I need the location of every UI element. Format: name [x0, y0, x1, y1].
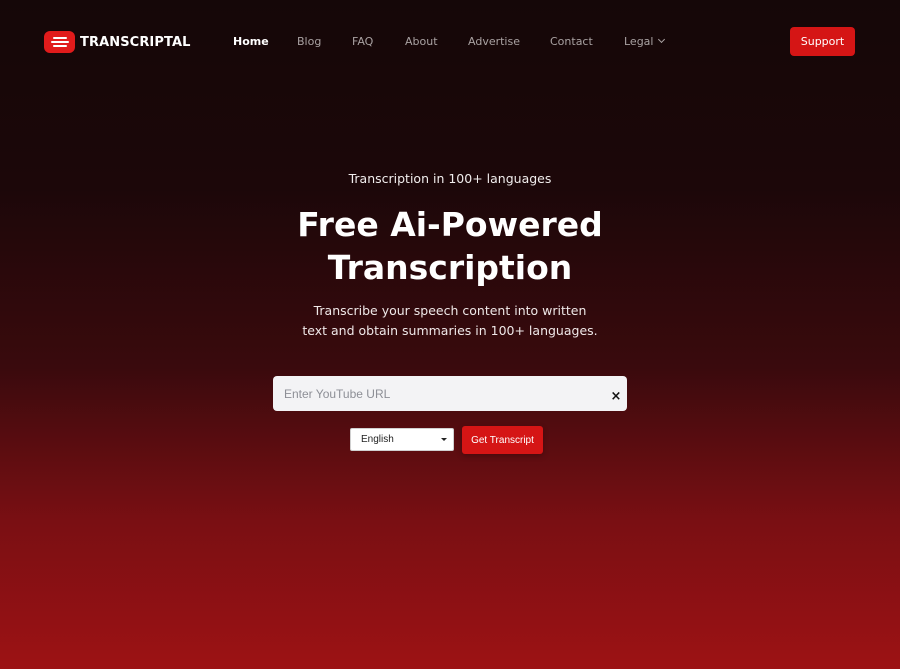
support-button[interactable]: Support — [790, 27, 855, 56]
logo-icon — [44, 31, 75, 53]
site-header: TRANSCRIPTAL Home Blog FAQ About Adverti… — [0, 0, 900, 84]
brand-logo[interactable]: TRANSCRIPTAL — [44, 31, 191, 53]
nav-home[interactable]: Home — [233, 35, 269, 48]
language-selected-value: English — [361, 434, 394, 445]
nav-legal[interactable]: Legal — [624, 35, 666, 48]
youtube-url-field: × — [273, 376, 627, 411]
nav-blog[interactable]: Blog — [297, 35, 321, 48]
chevron-down-icon — [658, 35, 666, 44]
title-line-1: Free Ai-Powered — [297, 205, 603, 244]
get-transcript-button[interactable]: Get Transcript — [462, 426, 543, 454]
nav-about[interactable]: About — [405, 35, 438, 48]
subtitle-line-1: Transcribe your speech content into writ… — [313, 303, 587, 318]
nav-faq[interactable]: FAQ — [352, 35, 373, 48]
brand-name: TRANSCRIPTAL — [80, 34, 191, 50]
page-title: Free Ai-Powered Transcription — [0, 203, 900, 289]
nav-legal-label: Legal — [624, 35, 654, 48]
clear-icon[interactable]: × — [610, 390, 622, 403]
hero-kicker: Transcription in 100+ languages — [348, 171, 552, 186]
nav-advertise[interactable]: Advertise — [468, 35, 520, 48]
subtitle-line-2: text and obtain summaries in 100+ langua… — [302, 323, 598, 338]
language-select[interactable]: English — [350, 428, 454, 451]
youtube-url-input[interactable] — [273, 376, 593, 411]
title-line-2: Transcription — [327, 248, 573, 287]
nav-contact[interactable]: Contact — [550, 35, 593, 48]
caret-down-icon — [441, 438, 447, 441]
hero-subtitle: Transcribe your speech content into writ… — [290, 301, 610, 341]
